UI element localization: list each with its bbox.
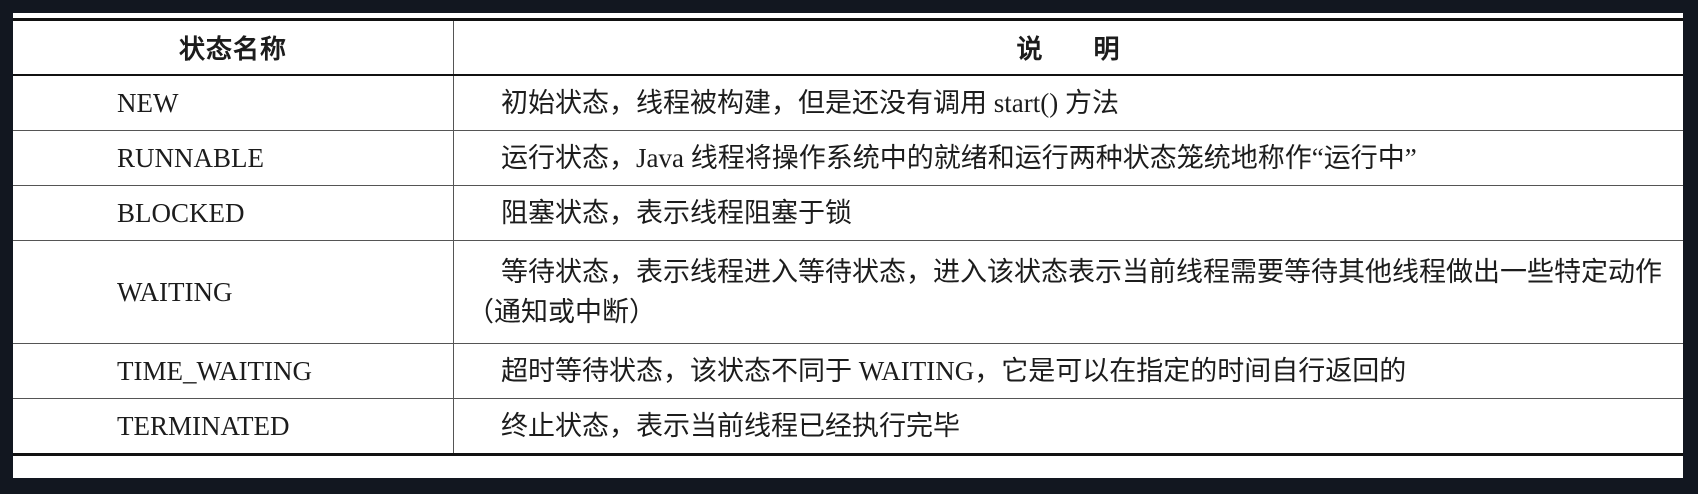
state-name-terminated: TERMINATED [13,398,454,456]
table-row: WAITING 等待状态，表示线程进入等待状态，进入该状态表示当前线程需要等待其… [13,240,1683,344]
thread-states-table: 状态名称 说 明 NEW 初始状态，线程被构建，但是还没有调用 start() … [13,18,1683,456]
table-row: TERMINATED 终止状态，表示当前线程已经执行完毕 [13,398,1683,456]
state-description-new: 初始状态，线程被构建，但是还没有调用 start() 方法 [501,88,1119,118]
table-row: RUNNABLE 运行状态，Java 线程将操作系统中的就绪和运行两种状态笼统地… [13,130,1683,186]
header-description: 说 明 [453,18,1683,76]
state-name-new: NEW [13,74,454,131]
state-name-runnable: RUNNABLE [13,130,454,186]
state-description-time-waiting: 超时等待状态，该状态不同于 WAITING，它是可以在指定的时间自行返回的 [501,356,1407,386]
table-row: TIME_WAITING 超时等待状态，该状态不同于 WAITING，它是可以在… [13,343,1683,399]
state-description-runnable: 运行状态，Java 线程将操作系统中的就绪和运行两种状态笼统地称作“运行中” [501,143,1417,173]
table-header-row: 状态名称 说 明 [13,18,1683,76]
table-row: BLOCKED 阻塞状态，表示线程阻塞于锁 [13,185,1683,241]
state-name-waiting: WAITING [13,240,454,344]
state-description-terminated: 终止状态，表示当前线程已经执行完毕 [501,411,960,441]
state-description-blocked: 阻塞状态，表示线程阻塞于锁 [501,198,852,228]
header-state-name: 状态名称 [13,18,454,76]
state-description-waiting: 等待状态，表示线程进入等待状态，进入该状态表示当前线程需要等待其他线程做出一些特… [467,257,1662,327]
table-row: NEW 初始状态，线程被构建，但是还没有调用 start() 方法 [13,74,1683,131]
state-name-time-waiting: TIME_WAITING [13,343,454,399]
document-page: 状态名称 说 明 NEW 初始状态，线程被构建，但是还没有调用 start() … [13,13,1683,478]
state-name-blocked: BLOCKED [13,185,454,241]
